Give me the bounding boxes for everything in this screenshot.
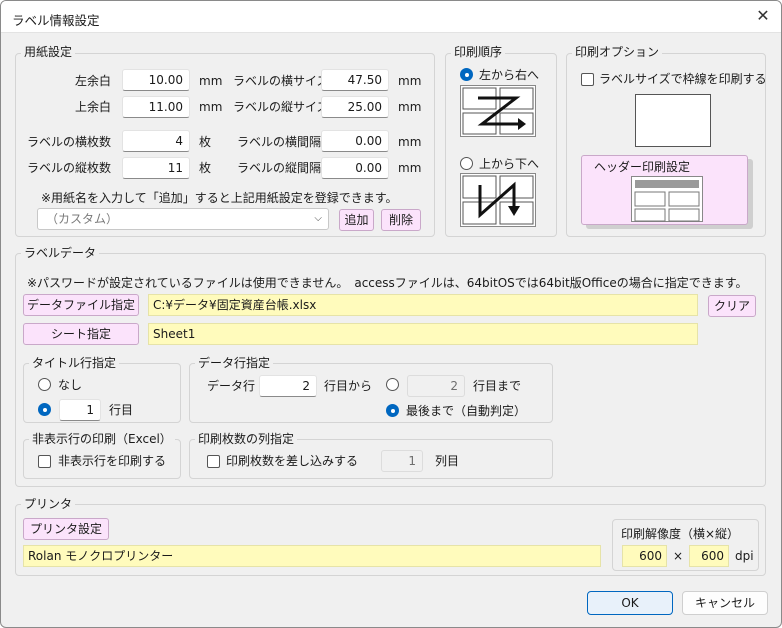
rows-unit: 枚 [199,161,212,175]
title-row-none-label: なし [58,378,83,392]
order-top-bottom-image [460,173,536,227]
title-row-none-radio[interactable] [38,378,51,391]
order-top-bottom-label: 上から下へ [479,157,540,171]
sheet-button[interactable]: シート指定 [23,323,139,345]
v-gap-unit: mm [398,161,422,175]
data-row-label: データ行指定 [195,356,274,370]
sheet-name-field[interactable]: Sheet1 [148,323,698,345]
border-preview-box [635,94,711,147]
data-row-start-input[interactable]: 2 [259,375,317,397]
label-settings-dialog: ラベル情報設定 ✕ 用紙設定 左余白 10.00 mm 上余白 11.00 mm… [0,0,782,628]
data-file-path-field[interactable]: C:¥データ¥固定資産台帳.xlsx [148,294,698,316]
label-data-note: ※パスワードが設定されているファイルは使用できません。 accessファイルは、… [27,276,748,290]
print-order-label: 印刷順序 [451,45,506,59]
cols-unit: 枚 [199,135,212,149]
data-row-text: データ行 [207,379,256,393]
rows-input[interactable]: 11 [122,157,190,179]
print-border-label: ラベルサイズで枠線を印刷する [599,72,767,86]
hidden-rows-checkbox[interactable] [38,455,51,468]
data-row-end-radio[interactable] [386,378,399,391]
hidden-rows-check-label: 非表示行を印刷する [58,454,167,468]
rows-label: ラベルの縦枚数 [26,161,111,175]
title-row-label: タイトル行指定 [29,356,120,370]
title-row-unit: 行目 [109,403,134,417]
copies-col-input: 1 [381,450,423,472]
printer-setup-button[interactable]: プリンタ設定 [23,518,109,540]
order-left-right-radio[interactable] [460,68,473,81]
data-row-auto-label: 最後まで（自動判定） [406,404,527,418]
copies-col-check-label: 印刷枚数を差し込みする [226,454,359,468]
label-height-label: ラベルの縦サイズ [233,100,329,114]
top-margin-input[interactable]: 11.00 [122,96,190,118]
data-row-auto-radio[interactable] [386,404,399,417]
data-row-end-suffix: 行目まで [473,379,522,393]
header-settings-button[interactable]: ヘッダー印刷設定 [581,155,748,225]
cols-label: ラベルの横枚数 [26,135,111,149]
order-left-right-label: 左から右へ [479,68,540,82]
delete-button[interactable]: 削除 [381,209,421,231]
clear-button[interactable]: クリア [708,295,756,317]
resolution-times: × [673,549,684,563]
left-margin-input[interactable]: 10.00 [122,69,190,91]
data-file-button[interactable]: データファイル指定 [23,294,139,316]
label-width-label: ラベルの横サイズ [233,74,329,88]
close-icon[interactable]: ✕ [753,6,773,26]
left-margin-unit: mm [199,74,223,88]
paper-settings-label: 用紙設定 [21,45,76,59]
h-gap-label: ラベルの横間隔 [237,135,322,149]
left-margin-label: 左余白 [74,74,111,88]
copies-col-unit: 列目 [435,454,460,468]
printer-name-field[interactable]: Rolan モノクロプリンター [23,545,601,567]
h-gap-input[interactable]: 0.00 [321,130,389,152]
label-data-label: ラベルデータ [21,246,100,260]
paper-preset-value: （カスタム） [46,212,119,226]
printer-label: プリンタ [21,497,76,511]
window-title: ラベル情報設定 [12,13,100,28]
resolution-label: 印刷解像度（横×縦） [621,527,740,541]
label-height-unit: mm [398,100,422,114]
data-row-start-suffix: 行目から [324,379,373,393]
v-gap-label: ラベルの縦間隔 [237,161,322,175]
resolution-unit: dpi [735,549,754,563]
label-height-input[interactable]: 25.00 [321,96,389,118]
resolution-v-input[interactable]: 600 [689,545,729,567]
title-row-number-radio[interactable] [38,403,51,416]
paper-note: ※用紙名を入力して「追加」すると上記用紙設定を登録できます。 [41,191,398,205]
top-margin-unit: mm [199,100,223,114]
header-settings-label: ヘッダー印刷設定 [594,160,691,174]
paper-preset-combo[interactable]: （カスタム） ⌵ [37,208,329,230]
v-gap-input[interactable]: 0.00 [321,157,389,179]
data-row-end-input: 2 [407,375,465,397]
print-option-label: 印刷オプション [572,45,663,59]
copies-col-label: 印刷枚数の列指定 [195,432,298,446]
title-bar: ラベル情報設定 ✕ [1,1,781,33]
header-layout-icon [631,176,703,222]
copies-col-checkbox[interactable] [207,455,220,468]
label-width-input[interactable]: 47.50 [321,69,389,91]
chevron-down-icon: ⌵ [314,213,322,224]
cols-input[interactable]: 4 [122,130,190,152]
hidden-rows-label: 非表示行の印刷（Excel） [29,432,175,446]
h-gap-unit: mm [398,135,422,149]
resolution-h-input[interactable]: 600 [622,545,667,567]
ok-button[interactable]: OK [587,591,673,615]
top-margin-label: 上余白 [74,100,111,114]
label-width-unit: mm [398,74,422,88]
order-top-bottom-radio[interactable] [460,157,473,170]
order-left-right-image [460,85,536,137]
title-row-input[interactable]: 1 [59,399,101,421]
cancel-button[interactable]: キャンセル [682,591,768,615]
print-border-checkbox[interactable] [581,73,594,86]
add-button[interactable]: 追加 [339,209,374,231]
